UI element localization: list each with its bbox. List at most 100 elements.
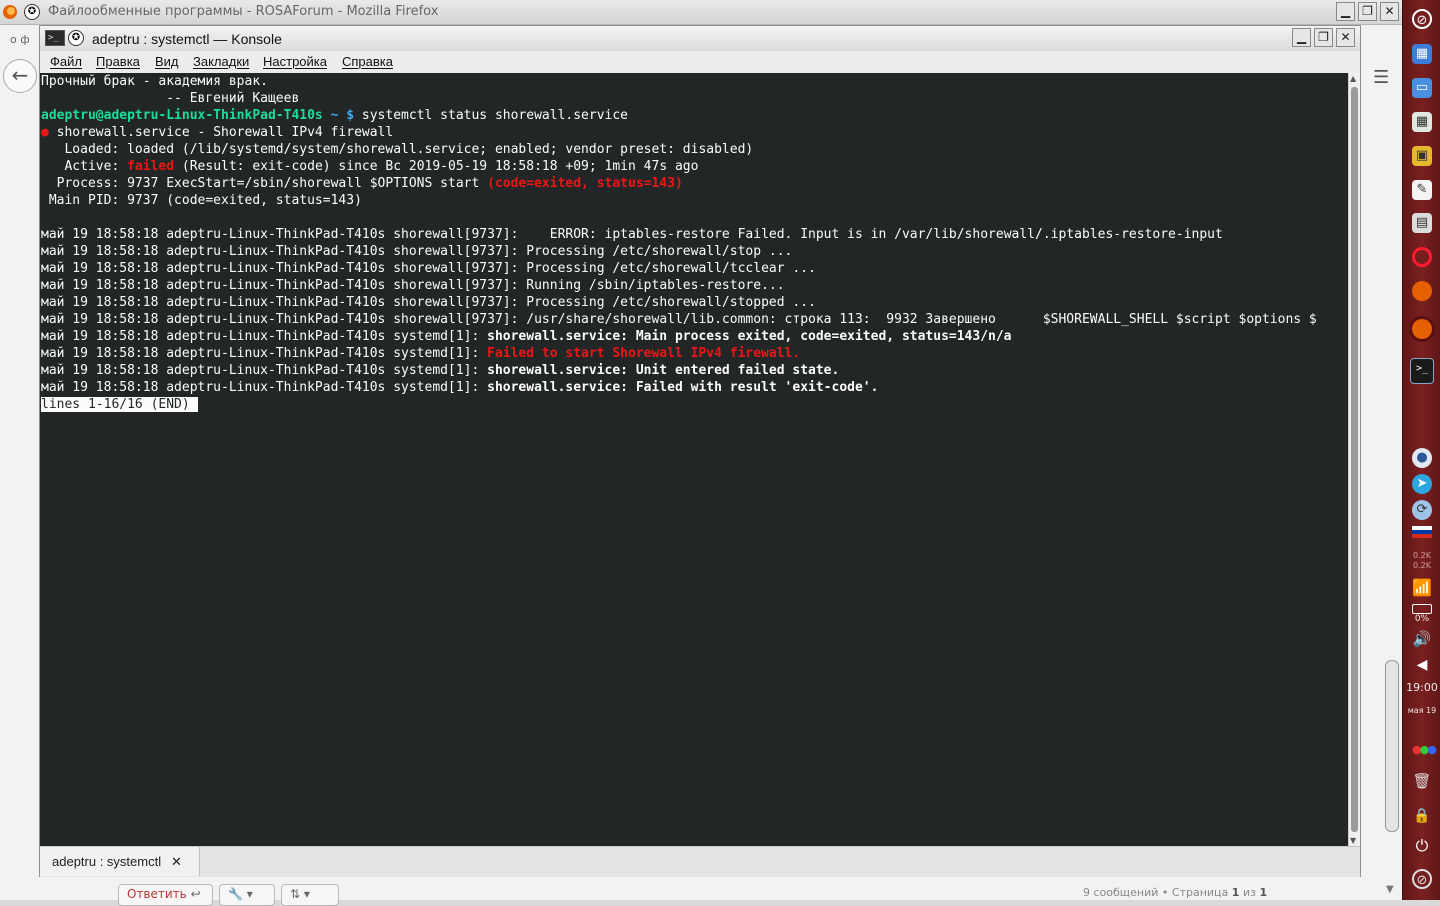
process-line: Process: 9737 ExecStart=/sbin/shorewall … (41, 175, 1317, 192)
firefox-maximize-button[interactable]: ❐ (1358, 2, 1377, 21)
terminal-app-icon[interactable]: >_ (45, 30, 65, 46)
menu-file[interactable]: Файл (50, 54, 82, 69)
menu-icon[interactable]: ☰ (1373, 67, 1389, 88)
wifi-icon[interactable]: 📶 (1412, 578, 1432, 598)
settings-icon[interactable]: ▤ (1412, 213, 1432, 233)
menu-help[interactable]: Справка (342, 54, 393, 69)
log-message: Processing /etc/shorewall/tcclear ... (526, 261, 816, 276)
main-pid-line: Main PID: 9737 (code=exited, status=143) (41, 193, 362, 208)
firefox-icon[interactable] (1412, 281, 1432, 301)
konsole-tabbar: adeptru : systemctl ✕ (40, 846, 1360, 877)
active-label: Active: (41, 159, 128, 174)
net-upload-speed: 0.2K (1413, 551, 1431, 560)
launcher-icon[interactable]: ⊘ (1412, 9, 1432, 29)
logo-icon[interactable]: ⊘ (1412, 869, 1432, 889)
chevron-down-icon: ▾ (246, 887, 253, 901)
prompt-path: ~ $ (322, 108, 355, 123)
konsole-window-title: adeptru : systemctl — Konsole (92, 31, 282, 47)
back-arrow-icon[interactable]: ← (3, 59, 37, 93)
net-download-speed: 0.2K (1413, 561, 1431, 570)
menu-view[interactable]: Вид (155, 54, 179, 69)
firefox-scroll-down-icon[interactable]: ▼ (1386, 884, 1394, 895)
menu-settings[interactable]: Настройка (263, 54, 327, 69)
battery-percent: 0% (1414, 614, 1430, 624)
trash-icon[interactable]: 🗑 (1412, 771, 1432, 791)
log-line: май 19 18:58:18 adeptru-Linux-ThinkPad-T… (41, 311, 1317, 328)
tab-systemctl[interactable]: adeptru : systemctl ✕ (40, 847, 200, 876)
forum-bottom-toolbar: Ответить ↩ 🔧 ▾ ⇅ ▾ 9 сообщений • Страниц… (40, 877, 1360, 906)
log-prefix: май 19 18:58:18 adeptru-Linux-ThinkPad-T… (41, 244, 394, 259)
tab-label: adeptru : systemctl (52, 854, 162, 869)
active-state: failed (127, 159, 175, 174)
menu-edit[interactable]: Правка (96, 54, 140, 69)
pin-icon[interactable]: ✪ (68, 30, 84, 46)
log-line: май 19 18:58:18 adeptru-Linux-ThinkPad-T… (41, 362, 1317, 379)
log-prefix: май 19 18:58:18 adeptru-Linux-ThinkPad-T… (41, 278, 394, 293)
tab-close-icon[interactable]: ✕ (171, 847, 182, 876)
log-source: systemd[1]: (393, 363, 488, 378)
pagination-info: 9 сообщений • Страница 1 из 1 (1083, 886, 1267, 899)
reply-button-label: Ответить (127, 887, 187, 901)
power-icon[interactable]: ⏻ (1412, 836, 1432, 856)
log-prefix: май 19 18:58:18 adeptru-Linux-ThinkPad-T… (41, 363, 394, 378)
collapse-arrow-icon[interactable]: ◀ (1412, 655, 1432, 675)
terminal-scrollbar[interactable]: ▲ ▼ (1348, 73, 1360, 846)
file-manager-icon[interactable]: ▦ (1412, 44, 1432, 64)
status-dot-icon: ● (41, 125, 49, 140)
page-of-word: из (1242, 886, 1256, 899)
prompt-line: adeptru@adeptru-Linux-ThinkPad-T410s ~ $… (41, 107, 1317, 124)
konsole-close-button[interactable]: ✕ (1336, 28, 1355, 47)
unit-status-line: ● shorewall.service - Shorewall IPv4 fir… (41, 124, 1317, 141)
text-editor-icon[interactable]: ✎ (1412, 180, 1432, 200)
reply-button[interactable]: Ответить ↩ (118, 884, 213, 906)
log-prefix: май 19 18:58:18 adeptru-Linux-ThinkPad-T… (41, 346, 394, 361)
firefox-titlebar: ✪ Файлообменные программы - ROSAForum - … (0, 0, 1402, 25)
tools-dropdown-button[interactable]: 🔧 ▾ (219, 884, 275, 906)
firefox-scrollbar-thumb[interactable] (1385, 660, 1399, 832)
log-source: systemd[1]: (393, 346, 488, 361)
volume-icon[interactable]: 🔊 (1412, 629, 1432, 649)
keyboard-layout-flag-icon[interactable] (1412, 526, 1432, 538)
konsole-minimize-button[interactable]: ▁ (1292, 28, 1311, 47)
clock-date[interactable]: мая 19 (1403, 706, 1440, 715)
firefox-active-icon[interactable] (1412, 319, 1432, 339)
process-exit-status: (code=exited, status=143) (487, 176, 683, 191)
konsole-maximize-button[interactable]: ❐ (1314, 28, 1333, 47)
firefox-tab-strip-glyphs: o ф (10, 33, 30, 46)
log-line: май 19 18:58:18 adeptru-Linux-ThinkPad-T… (41, 345, 1317, 362)
log-prefix: май 19 18:58:18 adeptru-Linux-ThinkPad-T… (41, 295, 394, 310)
log-message: Processing /etc/shorewall/stopped ... (526, 295, 816, 310)
lock-icon[interactable]: 🔒 (1412, 806, 1432, 826)
battery-icon[interactable] (1412, 604, 1432, 614)
firefox-close-button[interactable]: ✕ (1380, 2, 1399, 21)
pin-icon[interactable]: ✪ (24, 4, 40, 20)
konsole-window: >_ ✪ adeptru : systemctl — Konsole ▁ ❐ ✕… (39, 25, 1361, 877)
activities-icon[interactable]: ●●● (1412, 740, 1437, 760)
computer-icon[interactable]: ▭ (1412, 78, 1432, 98)
konsole-titlebar[interactable]: >_ ✪ adeptru : systemctl — Konsole ▁ ❐ ✕ (40, 26, 1360, 52)
pager-status: lines 1-16/16 (END) (41, 397, 190, 412)
opera-icon[interactable] (1412, 247, 1432, 267)
log-prefix: май 19 18:58:18 adeptru-Linux-ThinkPad-T… (41, 312, 394, 327)
chat-icon[interactable]: ● (1412, 448, 1432, 468)
scroll-down-icon[interactable]: ▼ (1350, 836, 1356, 845)
menu-bookmarks[interactable]: Закладки (193, 54, 249, 69)
quote-author-line: -- Евгений Кащеев (41, 91, 300, 106)
terminal-output[interactable]: Прочный брак - академия врак. -- Евгений… (40, 73, 1348, 846)
sort-dropdown-button[interactable]: ⇅ ▾ (281, 884, 339, 906)
log-message: Failed to start Shorewall IPv4 firewall. (487, 346, 801, 361)
firefox-minimize-button[interactable]: ▁ (1336, 2, 1355, 21)
log-message: Running /sbin/iptables-restore... (526, 278, 785, 293)
current-page: 1 (1231, 886, 1240, 899)
log-source: shorewall[9737]: (393, 244, 527, 259)
konsole-dock-icon[interactable]: >_ (1410, 358, 1434, 384)
scroll-up-icon[interactable]: ▲ (1350, 74, 1356, 83)
log-line: май 19 18:58:18 adeptru-Linux-ThinkPad-T… (41, 260, 1317, 277)
terminal-scrollbar-thumb[interactable] (1351, 87, 1358, 832)
clock-time[interactable]: 19:00 (1403, 681, 1440, 694)
update-icon[interactable]: ⟳ (1412, 500, 1432, 520)
calculator-icon[interactable]: ▦ (1412, 112, 1432, 132)
telegram-icon[interactable]: ➤ (1412, 474, 1432, 494)
package-icon[interactable]: ▣ (1412, 146, 1432, 166)
